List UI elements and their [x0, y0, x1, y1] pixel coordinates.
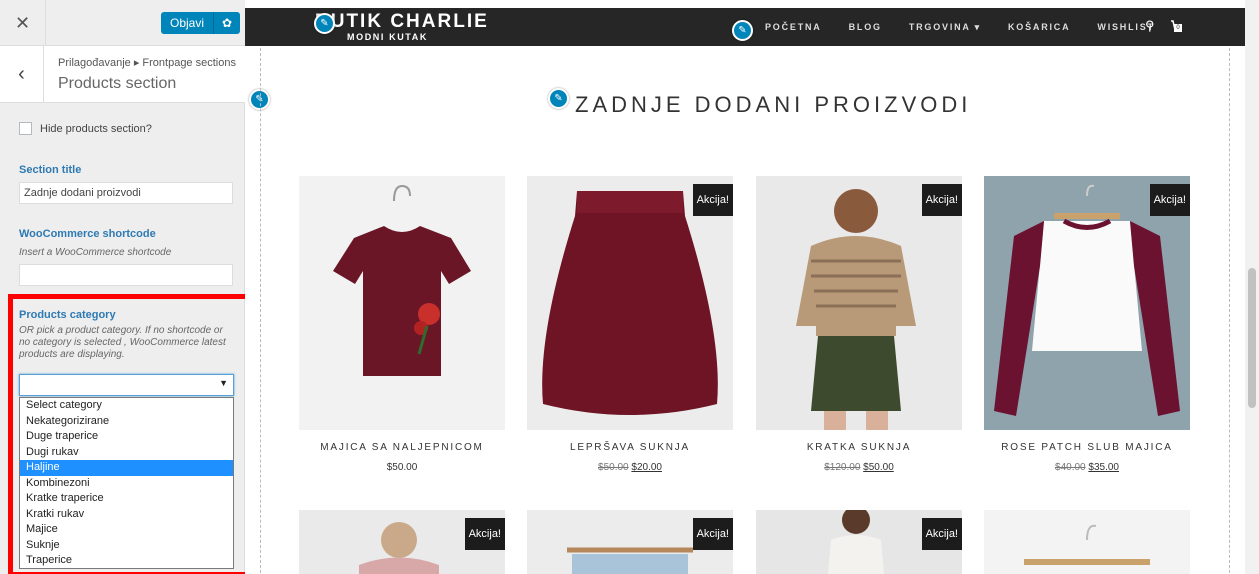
main-menu: POČETNA BLOG TRGOVINA ▾ KOŠARICA WISHLIST [765, 22, 1182, 33]
gear-icon: ✿ [221, 16, 233, 30]
product-price: $50.00 $20.00 [527, 462, 733, 473]
section-border-left [260, 48, 261, 574]
chevron-left-icon: ‹ [18, 63, 25, 85]
hide-section-label[interactable]: Hide products section? [40, 123, 152, 135]
product-price: $40.00 $35.00 [984, 462, 1190, 473]
sale-badge: Akcija! [692, 184, 733, 216]
sale-badge: Akcija! [921, 184, 962, 216]
current-price: $50.00 [863, 462, 894, 473]
product-image[interactable]: Akcija! [756, 176, 962, 430]
hide-section-checkbox[interactable] [19, 122, 32, 135]
product-image[interactable]: Akcija! [527, 510, 733, 574]
product-image[interactable]: Akcija! [984, 176, 1190, 430]
section-title-label: Section title [19, 164, 82, 176]
sale-badge: Akcija! [692, 518, 733, 550]
current-price: $35.00 [1088, 462, 1119, 473]
product-image[interactable]: Akcija! [299, 510, 505, 574]
close-button[interactable]: ✕ [0, 0, 46, 46]
edit-heading-pencil-icon[interactable]: ✎ [548, 88, 569, 109]
sale-badge: Akcija! [464, 518, 505, 550]
product-image[interactable] [984, 510, 1190, 574]
current-price: $20.00 [631, 462, 662, 473]
edit-logo-pencil-icon[interactable]: ✎ [314, 13, 335, 34]
old-price: $40.00 [1055, 462, 1086, 473]
product-price: $120.00 $50.00 [756, 462, 962, 473]
shortcode-description: Insert a WooCommerce shortcode [19, 247, 172, 258]
product-title[interactable]: KRATKA SUKNJA [756, 442, 962, 453]
nav-item[interactable]: TRGOVINA ▾ [909, 22, 981, 33]
hide-section-row: Hide products section? [19, 122, 152, 135]
site-preview: BUTIK CHARLIE MODNI KUTAK POČETNA BLOG TRG… [245, 0, 1259, 574]
section-title-input[interactable]: Zadnje dodani proizvodi [19, 182, 233, 204]
cart-icon[interactable]: 0 [1170, 19, 1183, 33]
publish-button[interactable]: Objavi [161, 12, 215, 34]
publish-group: Objavi ✿ [161, 12, 241, 34]
product-image[interactable]: Akcija! [756, 510, 962, 574]
product-image[interactable]: Akcija! [527, 176, 733, 430]
nav-item[interactable]: BLOG [849, 22, 882, 33]
product-image[interactable] [299, 176, 505, 430]
site-logo[interactable]: BUTIK CHARLIE [315, 11, 489, 33]
nav-item[interactable]: KOŠARICA [1008, 22, 1070, 33]
edit-menu-pencil-icon[interactable]: ✎ [732, 20, 753, 41]
publish-settings-button[interactable]: ✿ [214, 12, 241, 34]
product-title[interactable]: LEPRŠAVA SUKNJA [527, 442, 733, 453]
search-icon[interactable]: ⚲ [1145, 18, 1155, 34]
highlight-box [8, 294, 252, 574]
customizer-header: ✕ Objavi ✿ [0, 0, 245, 46]
close-icon: ✕ [14, 12, 31, 33]
cart-count: 0 [1174, 24, 1182, 32]
back-button[interactable]: ‹ [0, 46, 44, 103]
product-price: $50.00 [299, 462, 505, 473]
sale-badge: Akcija! [1149, 184, 1190, 216]
section-border-right [1229, 48, 1230, 574]
preview-scrollbar[interactable] [1245, 0, 1259, 574]
scrollbar-thumb[interactable] [1248, 268, 1256, 408]
shortcode-input[interactable] [19, 264, 233, 286]
nav-item[interactable]: POČETNA [765, 22, 822, 33]
old-price: $50.00 [598, 462, 629, 473]
shortcode-label: WooCommerce shortcode [19, 228, 156, 240]
section-header: ‹ Prilagođavanje ▸ Frontpage sections Pr… [0, 46, 245, 103]
customizer-window: ✕ Objavi ✿ ‹ Prilagođavanje ▸ Frontpage … [0, 0, 1259, 574]
site-tagline: MODNI KUTAK [347, 32, 428, 42]
sale-badge: Akcija! [921, 518, 962, 550]
section-title: Products section [58, 75, 177, 92]
current-price: $50.00 [386, 462, 418, 473]
products-heading: ZADNJE DODANI PROIZVODI [575, 92, 972, 117]
breadcrumb: Prilagođavanje ▸ Frontpage sections [58, 57, 236, 69]
product-title[interactable]: ROSE PATCH SLUB MAJICA [984, 442, 1190, 453]
product-title[interactable]: MAJICA SA NALJEPNICOM [299, 442, 505, 453]
old-price: $120.00 [824, 462, 861, 473]
